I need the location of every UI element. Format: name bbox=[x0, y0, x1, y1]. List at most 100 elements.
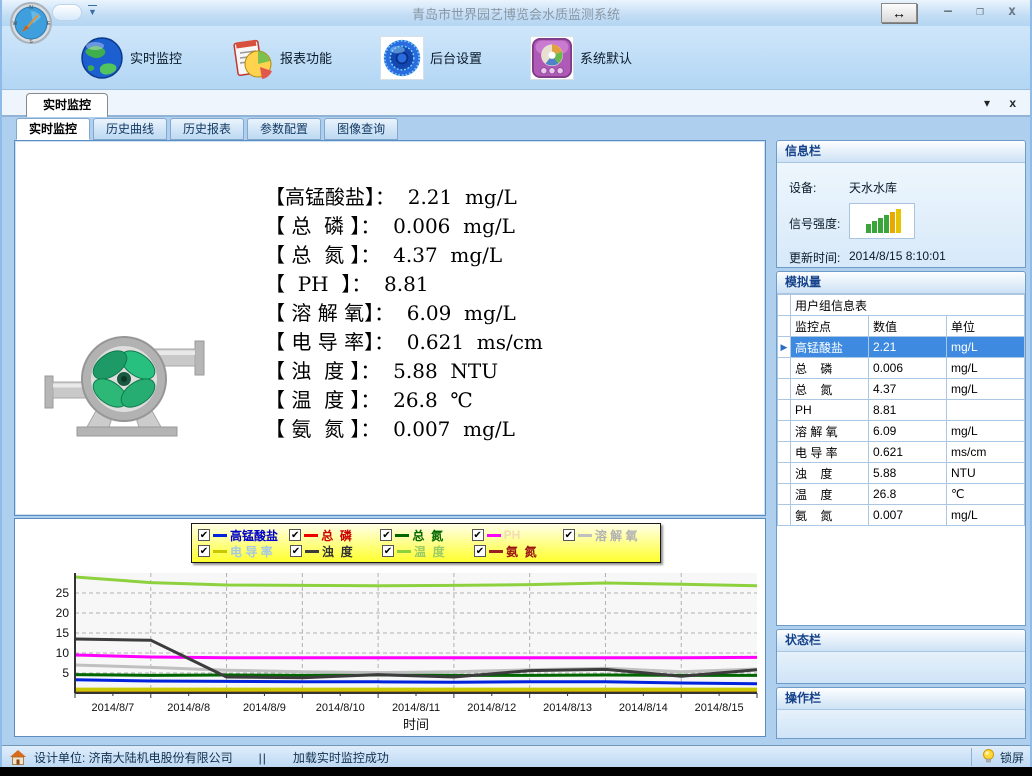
status-bar: 设计单位: 济南大陆机电股份有限公司 || 加载实时监控成功 锁屏 bbox=[2, 745, 1030, 767]
checkbox-checked-icon[interactable]: ✔ bbox=[198, 545, 210, 557]
column-header[interactable]: 数值 bbox=[869, 316, 947, 337]
update-time-label: 更新时间: bbox=[789, 249, 840, 266]
reading-line: 【 PH 】： 8.81 bbox=[265, 270, 543, 299]
checkbox-checked-icon[interactable]: ✔ bbox=[474, 545, 486, 557]
sub-tab-3[interactable]: 参数配置 bbox=[247, 118, 321, 140]
toolbar-realtime-monitor-button[interactable]: 实时监控 bbox=[74, 31, 188, 85]
legend-item-toggle[interactable]: ✔总 磷 bbox=[289, 527, 380, 543]
table-row[interactable]: PH8.81 bbox=[778, 400, 1025, 421]
info-panel-title: 信息栏 bbox=[777, 141, 1025, 163]
sub-tab-4[interactable]: 图像查询 bbox=[324, 118, 398, 140]
system-default-icon bbox=[530, 36, 574, 80]
checkbox-checked-icon[interactable]: ✔ bbox=[563, 529, 575, 541]
operation-panel: 操作栏 bbox=[776, 687, 1026, 739]
legend-label: 电 导 率 bbox=[230, 543, 273, 560]
lightbulb-icon bbox=[982, 749, 995, 765]
svg-text:10: 10 bbox=[56, 646, 70, 660]
toolbar-system-default-button[interactable]: 系统默认 bbox=[524, 31, 638, 85]
lock-screen-button[interactable]: 锁屏 bbox=[971, 748, 1024, 766]
operation-panel-title: 操作栏 bbox=[777, 688, 1025, 710]
legend-line-swatch bbox=[213, 534, 227, 537]
legend-label: 浊 度 bbox=[322, 543, 353, 560]
trend-chart: 5101520252014/8/72014/8/82014/8/92014/8/… bbox=[35, 565, 767, 737]
table-row[interactable]: 温 度26.8℃ bbox=[778, 484, 1025, 505]
legend-item-toggle[interactable]: ✔温 度 bbox=[382, 543, 474, 559]
table-row[interactable]: 总 磷0.006mg/L bbox=[778, 358, 1025, 379]
checkbox-checked-icon[interactable]: ✔ bbox=[382, 545, 394, 557]
lock-screen-label: 锁屏 bbox=[1000, 749, 1024, 766]
toolbar-button-label: 系统默认 bbox=[580, 48, 632, 67]
toolbar-report-function-button[interactable]: 报表功能 bbox=[224, 31, 338, 85]
column-header[interactable]: 监控点 bbox=[791, 316, 869, 337]
legend-item-toggle[interactable]: ✔ PH bbox=[472, 527, 563, 543]
legend-line-swatch bbox=[305, 550, 319, 553]
legend-item-toggle[interactable]: ✔ 总 氮 bbox=[380, 527, 471, 543]
load-status-message: 加载实时监控成功 bbox=[293, 749, 389, 766]
resize-toggle-button[interactable]: ↔ bbox=[881, 3, 917, 23]
checkbox-checked-icon[interactable]: ✔ bbox=[290, 545, 302, 557]
svg-text:W: W bbox=[13, 21, 18, 27]
sub-tab-1[interactable]: 历史曲线 bbox=[93, 118, 167, 140]
reading-line: 【高锰酸盐】： 2.21 mg/L bbox=[265, 183, 543, 212]
checkbox-checked-icon[interactable]: ✔ bbox=[289, 529, 301, 541]
tabstrip-close-icon[interactable]: x bbox=[1009, 96, 1016, 110]
svg-text:2014/8/11: 2014/8/11 bbox=[392, 702, 440, 714]
signal-label: 信号强度: bbox=[789, 215, 840, 232]
checkbox-checked-icon[interactable]: ✔ bbox=[198, 529, 210, 541]
table-row[interactable]: 总 氮4.37mg/L bbox=[778, 379, 1025, 400]
svg-text:2014/8/13: 2014/8/13 bbox=[543, 702, 592, 714]
backend-settings-icon bbox=[380, 36, 424, 80]
checkbox-checked-icon[interactable]: ✔ bbox=[472, 529, 484, 541]
maximize-button[interactable]: ❐ bbox=[972, 4, 988, 19]
window-title: 青岛市世界园艺博览会水质监测系统 bbox=[2, 4, 1030, 23]
close-button[interactable]: x bbox=[1004, 4, 1020, 19]
tabstrip-dropdown-icon[interactable]: ▾ bbox=[984, 96, 990, 110]
checkbox-checked-icon[interactable]: ✔ bbox=[380, 529, 392, 541]
document-tab-strip: 实时监控 ▾ x bbox=[2, 90, 1030, 117]
column-header[interactable]: 单位 bbox=[947, 316, 1025, 337]
svg-text:2014/8/10: 2014/8/10 bbox=[316, 702, 365, 714]
readings-list: 【高锰酸盐】： 2.21 mg/L【 总 磷 】： 0.006 mg/L【 总 … bbox=[265, 183, 543, 444]
legend-label: 总 氮 bbox=[412, 527, 443, 544]
analog-panel-title: 模拟量 bbox=[777, 272, 1025, 294]
legend-label: PH bbox=[504, 528, 521, 542]
analog-table: 用户组信息表监控点数值单位▶高锰酸盐2.21mg/L总 磷0.006mg/L总 … bbox=[777, 294, 1025, 526]
realtime-monitor-panel: 【高锰酸盐】： 2.21 mg/L【 总 磷 】： 0.006 mg/L【 总 … bbox=[14, 140, 766, 516]
toolbar-backend-settings-button[interactable]: 后台设置 bbox=[374, 31, 488, 85]
table-row[interactable]: 浊 度5.88NTU bbox=[778, 463, 1025, 484]
reading-line: 【 电 导 率】： 0.621 ms/cm bbox=[265, 328, 543, 357]
table-row[interactable]: 溶 解 氧6.09mg/L bbox=[778, 421, 1025, 442]
legend-item-toggle[interactable]: ✔ 电 导 率 bbox=[198, 543, 290, 559]
legend-item-toggle[interactable]: ✔ 氨 氮 bbox=[474, 543, 566, 559]
svg-text:2014/8/12: 2014/8/12 bbox=[467, 702, 516, 714]
legend-label: 高锰酸盐 bbox=[230, 527, 278, 544]
toolbar-button-label: 报表功能 bbox=[280, 48, 332, 67]
minimize-button[interactable]: – bbox=[940, 4, 956, 19]
sub-tab-0[interactable]: 实时监控 bbox=[16, 118, 90, 140]
reading-line: 【 总 磷 】： 0.006 mg/L bbox=[265, 212, 543, 241]
status-panel: 状态栏 bbox=[776, 629, 1026, 684]
device-label: 设备: bbox=[789, 179, 816, 196]
legend-item-toggle[interactable]: ✔ 溶 解 氧 bbox=[563, 527, 654, 543]
globe-icon bbox=[80, 36, 124, 80]
legend-line-swatch bbox=[304, 534, 318, 537]
title-bar: N S W E ▼ 青岛市世界园艺博览会水质监测系统 ↔ – ❐ x bbox=[2, 0, 1030, 26]
reading-line: 【 溶 解 氧】： 6.09 mg/L bbox=[265, 299, 543, 328]
legend-label: 溶 解 氧 bbox=[595, 527, 638, 544]
legend-label: 氨 氮 bbox=[506, 543, 537, 560]
statusbar-separator: || bbox=[259, 751, 267, 765]
table-row[interactable]: ▶高锰酸盐2.21mg/L bbox=[778, 337, 1025, 358]
svg-text:5: 5 bbox=[62, 666, 69, 680]
legend-item-toggle[interactable]: ✔ 浊 度 bbox=[290, 543, 382, 559]
legend-item-toggle[interactable]: ✔ 高锰酸盐 bbox=[198, 527, 289, 543]
document-tab-realtime[interactable]: 实时监控 bbox=[26, 93, 108, 117]
right-sidebar: 信息栏 设备: 天水水库 信号强度: bbox=[776, 140, 1028, 740]
signal-bars-icon bbox=[850, 204, 914, 238]
sub-tab-2[interactable]: 历史报表 bbox=[170, 118, 244, 140]
pump-icon bbox=[39, 319, 211, 445]
table-row[interactable]: 氨 氮0.007mg/L bbox=[778, 505, 1025, 526]
svg-text:15: 15 bbox=[56, 626, 70, 640]
table-row[interactable]: 电 导 率0.621ms/cm bbox=[778, 442, 1025, 463]
analog-panel: 模拟量 用户组信息表监控点数值单位▶高锰酸盐2.21mg/L总 磷0.006mg… bbox=[776, 271, 1026, 626]
app-logo-compass-icon[interactable]: N S W E bbox=[10, 2, 52, 44]
